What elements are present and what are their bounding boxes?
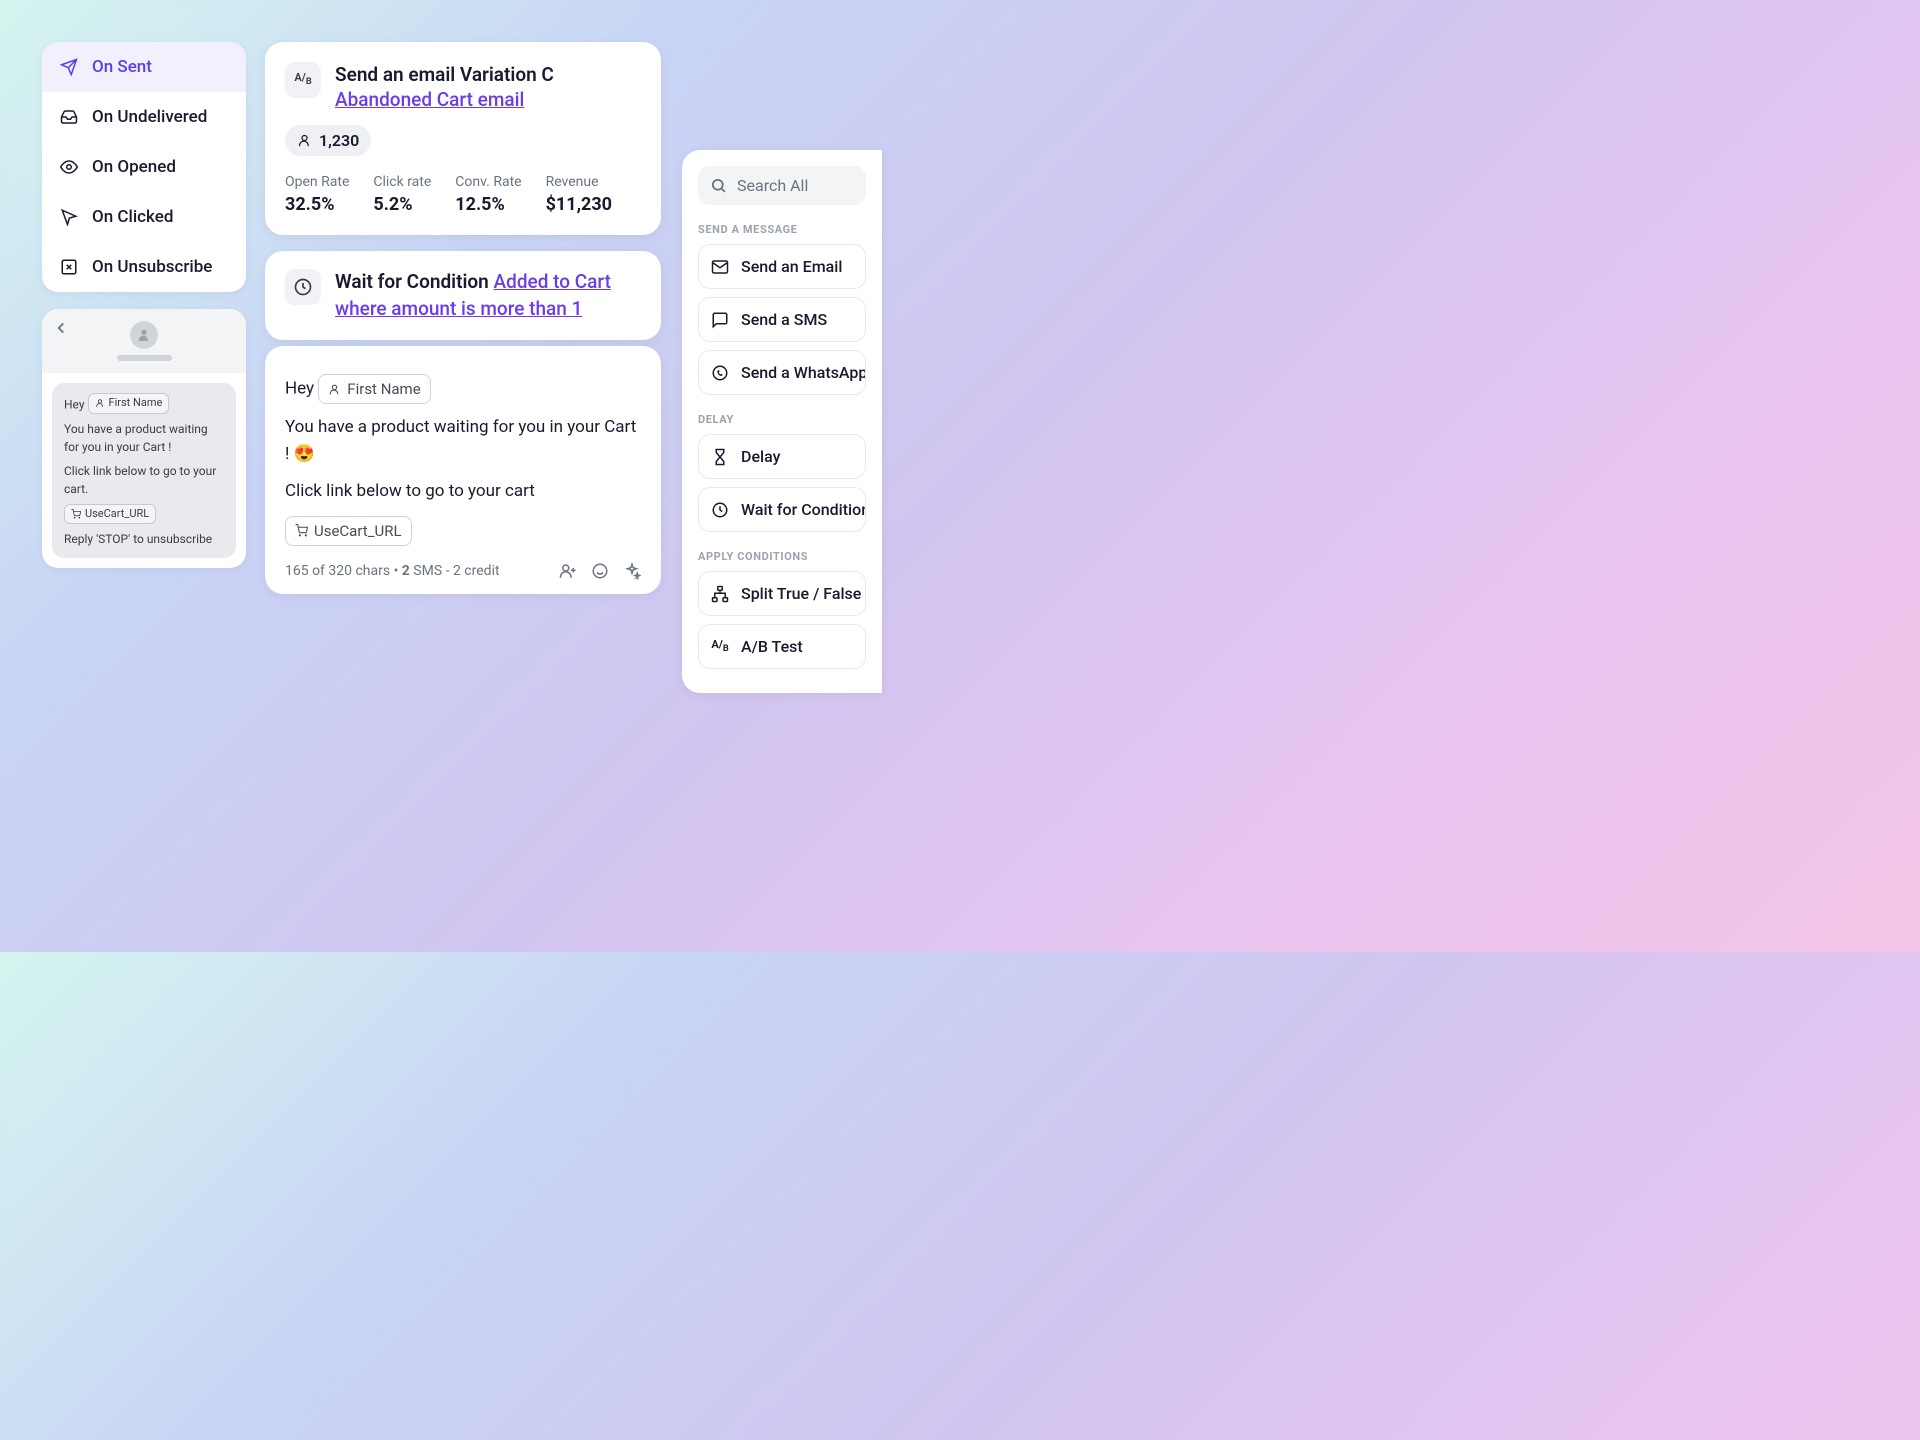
sms-line2: Click link below to go to your cart. [64,462,224,498]
section-label-conditions: APPLY CONDITIONS [698,550,866,563]
sms-composer-card: Hey First Name You have a product waitin… [265,346,661,594]
sidebar-item-label: On Clicked [92,207,173,227]
sms-preview-card: Hey First Name You have a product waitin… [42,309,246,568]
sidebar-item-on-opened[interactable]: On Opened [42,142,246,192]
section-label-delay: DELAY [698,413,866,426]
wait-step-card: Wait for Condition Added to Cart where a… [265,251,661,340]
action-palette: Search All SEND A MESSAGE Send an Email … [682,150,882,693]
sidebar-item-on-unsubscribe[interactable]: On Unsubscribe [42,242,246,292]
sidebar-item-label: On Sent [92,57,152,77]
action-send-sms[interactable]: Send a SMS [698,297,866,342]
action-ab-test[interactable]: A/B A/B Test [698,624,866,669]
metric-click-rate: Click rate 5.2% [373,174,431,215]
whatsapp-icon [711,364,729,382]
email-card-title: Send an email Variation C [335,62,554,88]
sms-unsubscribe: Reply 'STOP' to unsubscribe [64,530,224,548]
sidebar-item-on-clicked[interactable]: On Clicked [42,192,246,242]
split-icon [711,585,729,603]
mail-icon [711,258,729,276]
section-label-send: SEND A MESSAGE [698,223,866,236]
inbox-icon [60,108,78,126]
sms-bubble: Hey First Name You have a product waitin… [52,383,236,558]
composer-footer: 165 of 320 chars • 2 SMS - 2 credit AI [285,562,641,580]
back-icon[interactable] [52,319,70,337]
sidebar-item-label: On Opened [92,157,176,177]
avatar [130,321,158,349]
trigger-sidebar: On Sent On Undelivered On Opened On Clic… [42,42,246,292]
ai-sparkle-icon[interactable]: AI [623,562,641,580]
composer-line2: Click link below to go to your cart [285,478,641,505]
action-send-email[interactable]: Send an Email [698,244,866,289]
token-first-name[interactable]: First Name [318,374,430,404]
svg-text:AI: AI [634,575,639,580]
add-user-icon[interactable] [559,562,577,580]
token-cart-url: UseCart_URL [64,504,156,525]
token-first-name: First Name [88,393,170,414]
recipients-count: 1,230 [319,131,359,150]
name-placeholder-bar [117,355,172,361]
clock-icon [293,277,313,297]
email-template-link[interactable]: Abandoned Cart email [335,88,524,111]
eye-icon [60,158,78,176]
sms-preview-header [42,309,246,373]
send-icon [60,58,78,76]
message-icon [711,311,729,329]
ab-icon: A/B [711,639,729,654]
sidebar-item-on-undelivered[interactable]: On Undelivered [42,92,246,142]
action-send-whatsapp[interactable]: Send a WhatsApp [698,350,866,395]
ab-test-badge: A/B [285,62,321,98]
composer-greeting: Hey [285,378,314,398]
char-counter: 165 of 320 chars • 2 SMS - 2 credit [285,563,500,579]
sms-line1: You have a product waiting for you in yo… [64,420,224,456]
x-square-icon [60,258,78,276]
composer-line1: You have a product waiting for you in yo… [285,414,641,468]
cursor-icon [60,208,78,226]
action-delay[interactable]: Delay [698,434,866,479]
emoji-icon[interactable] [591,562,609,580]
recipients-pill: 1,230 [285,125,371,156]
metric-open-rate: Open Rate 32.5% [285,174,349,215]
metric-conv-rate: Conv. Rate 12.5% [455,174,521,215]
composer-body[interactable]: Hey First Name You have a product waitin… [285,374,641,546]
user-icon [297,133,312,148]
sidebar-item-label: On Unsubscribe [92,257,212,277]
search-input[interactable]: Search All [698,166,866,205]
sms-greeting: Hey [64,397,85,411]
sidebar-item-label: On Undelivered [92,107,207,127]
email-step-card: A/B Send an email Variation C Abandoned … [265,42,661,235]
action-wait-condition[interactable]: Wait for Condition [698,487,866,532]
search-icon [710,177,727,194]
search-placeholder: Search All [737,176,808,195]
sidebar-item-on-sent[interactable]: On Sent [42,42,246,92]
clock-icon [711,501,729,519]
hourglass-icon [711,448,729,466]
token-cart-url[interactable]: UseCart_URL [285,516,412,546]
metric-revenue: Revenue $11,230 [546,174,612,215]
wait-prefix: Wait for Condition [335,270,494,293]
action-split[interactable]: Split True / False [698,571,866,616]
metrics-row: Open Rate 32.5% Click rate 5.2% Conv. Ra… [285,174,641,215]
sms-preview-body: Hey First Name You have a product waitin… [42,373,246,568]
clock-badge [285,269,321,305]
